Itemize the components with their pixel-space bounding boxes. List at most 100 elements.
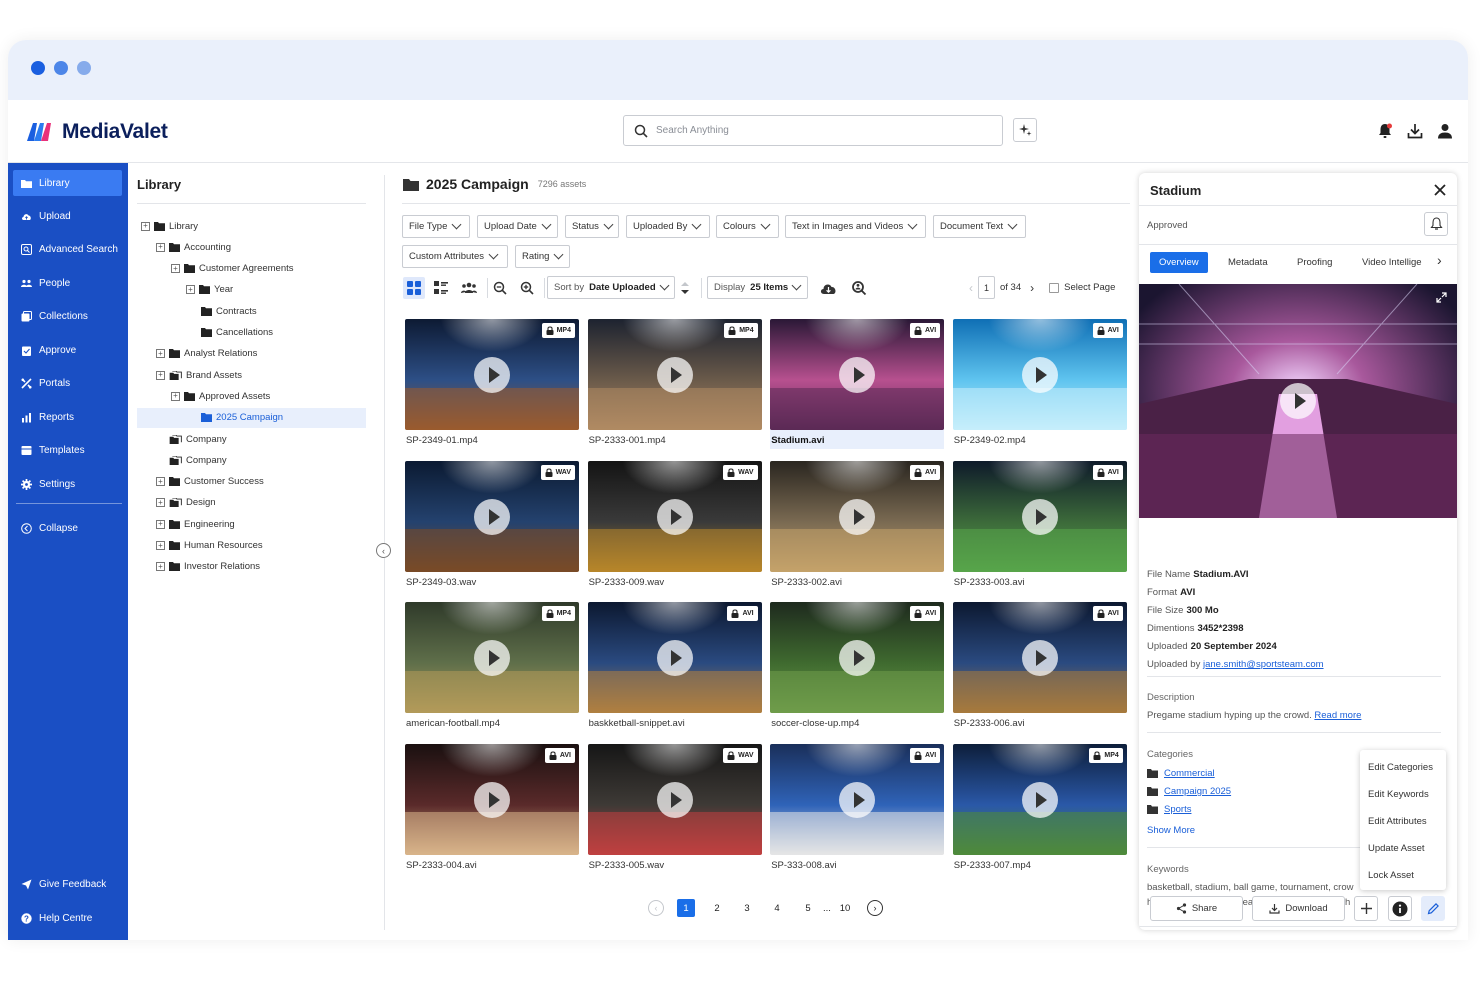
tree-node[interactable]: 2025 Campaign (137, 407, 366, 428)
play-icon[interactable] (839, 498, 876, 535)
sidebar-item-reports[interactable]: Reports (13, 404, 122, 430)
category-link[interactable]: Commercial (1164, 768, 1215, 779)
asset-thumbnail[interactable]: MP4 (952, 743, 1127, 855)
expand-toggle-icon[interactable]: + (171, 391, 180, 401)
tab-proofing[interactable]: Proofing (1288, 252, 1341, 273)
asset-card[interactable]: MP4 american-football.mp4 (405, 602, 579, 732)
sidebar-item-collections[interactable]: Collections (13, 303, 122, 329)
asset-card[interactable]: AVI Stadium.avi (770, 319, 945, 449)
add-button[interactable] (1354, 896, 1378, 921)
asset-thumbnail[interactable]: AVI (770, 602, 945, 713)
filter-dropdown[interactable]: Custom Attributes (402, 245, 508, 268)
play-icon[interactable] (656, 640, 693, 676)
info-button[interactable] (1388, 896, 1412, 921)
close-icon[interactable] (1432, 182, 1448, 198)
page-button[interactable]: 5 (799, 899, 817, 917)
tab-video-intelligence[interactable]: Video Intellige (1353, 252, 1432, 273)
filter-dropdown[interactable]: Document Text (933, 215, 1026, 238)
prev-page-icon[interactable]: ‹ (648, 900, 664, 916)
sidebar-item-help-centre[interactable]: ? Help Centre (13, 905, 122, 931)
category-item[interactable]: Commercial (1147, 768, 1215, 779)
sidebar-item-approve[interactable]: Approve (13, 337, 122, 363)
play-icon[interactable] (656, 357, 693, 393)
edit-button[interactable] (1421, 896, 1445, 921)
filter-dropdown[interactable]: Status (565, 215, 619, 238)
uploader-email-link[interactable]: jane.smith@sportsteam.com (1203, 659, 1324, 670)
list-view-button[interactable] (430, 277, 452, 299)
tree-node[interactable]: + Investor Relations (156, 557, 260, 577)
download-button[interactable]: Download (1252, 896, 1345, 921)
play-icon[interactable] (1021, 640, 1058, 676)
window-dot[interactable] (77, 61, 91, 75)
read-more-link[interactable]: Read more (1314, 710, 1361, 721)
sort-direction-button[interactable] (677, 277, 693, 299)
asset-card[interactable]: AVI SP-2333-002.avi (770, 460, 945, 591)
chevron-right-icon[interactable]: › (1437, 252, 1442, 268)
filter-dropdown[interactable]: Upload Date (477, 215, 558, 238)
expand-toggle-icon[interactable]: + (156, 562, 165, 572)
asset-card[interactable]: MP4 SP-2333-007.mp4 (952, 743, 1127, 874)
sidebar-item-library[interactable]: Library (13, 170, 122, 196)
tree-node[interactable]: + Library (141, 216, 198, 236)
window-dot[interactable] (31, 61, 45, 75)
filter-dropdown[interactable]: File Type (402, 215, 470, 238)
download-icon[interactable] (1406, 122, 1424, 140)
asset-thumbnail[interactable]: AVI (770, 743, 945, 855)
expand-toggle-icon[interactable]: + (171, 264, 180, 274)
tree-node[interactable]: + Engineering (156, 514, 235, 534)
asset-card[interactable]: AVI soccer-close-up.mp4 (770, 602, 945, 732)
tree-node[interactable]: Company (156, 429, 227, 449)
menu-item-edit-attributes[interactable]: Edit Attributes (1368, 816, 1427, 827)
category-link[interactable]: Campaign 2025 (1164, 786, 1231, 797)
asset-preview[interactable] (1139, 284, 1457, 518)
expand-toggle-icon[interactable]: + (156, 242, 165, 252)
tab-overview[interactable]: Overview (1150, 252, 1208, 273)
asset-card[interactable]: AVI SP-333-008.avi (770, 743, 945, 874)
asset-card[interactable]: WAV SP-2333-005.wav (587, 743, 762, 874)
tree-node[interactable]: + Customer Success (156, 472, 264, 492)
filter-dropdown[interactable]: Rating (515, 245, 570, 268)
play-icon[interactable] (656, 781, 693, 818)
asset-card[interactable]: WAV SP-2333-009.wav (587, 460, 762, 591)
menu-item-edit-keywords[interactable]: Edit Keywords (1368, 789, 1429, 800)
menu-item-edit-categories[interactable]: Edit Categories (1368, 762, 1433, 773)
asset-thumbnail[interactable]: AVI (952, 460, 1127, 572)
play-icon[interactable] (1021, 498, 1058, 535)
asset-thumbnail[interactable]: WAV (587, 743, 762, 855)
page-button[interactable]: 1 (677, 899, 695, 917)
asset-card[interactable]: AVI baskketball-snippet.avi (587, 602, 762, 732)
sidebar-item-settings[interactable]: Settings (13, 471, 122, 497)
chevron-left-icon[interactable]: ‹ (969, 281, 973, 295)
grid-view-button[interactable] (403, 277, 425, 299)
select-page-checkbox[interactable] (1049, 282, 1060, 293)
filter-dropdown[interactable]: Uploaded By (626, 215, 710, 238)
cloud-download-button[interactable] (817, 277, 839, 299)
sidebar-item-templates[interactable]: Templates (13, 437, 122, 463)
play-icon[interactable] (839, 357, 876, 393)
asset-card[interactable]: AVI SP-2349-02.mp4 (952, 319, 1127, 449)
page-button[interactable]: 4 (768, 899, 786, 917)
menu-item-update-asset[interactable]: Update Asset (1368, 843, 1425, 854)
face-search-button[interactable] (848, 277, 870, 299)
asset-thumbnail[interactable]: WAV (405, 460, 579, 572)
page-number-input[interactable]: 1 (978, 276, 995, 299)
filter-dropdown[interactable]: Text in Images and Videos (785, 215, 926, 238)
asset-card[interactable]: AVI SP-2333-004.avi (405, 743, 579, 874)
display-count-dropdown[interactable]: Display 25 Items (707, 276, 808, 299)
page-button[interactable]: 3 (738, 899, 756, 917)
category-item[interactable]: Sports (1147, 804, 1191, 815)
asset-card[interactable]: MP4 SP-2333-001.mp4 (587, 319, 762, 449)
asset-thumbnail[interactable]: WAV (587, 460, 762, 572)
expand-toggle-icon[interactable]: + (156, 541, 165, 550)
expand-toggle-icon[interactable]: + (156, 349, 165, 359)
brand-logo[interactable]: MediaValet (26, 120, 168, 144)
subscribe-button[interactable] (1424, 212, 1448, 236)
next-page-icon[interactable]: › (867, 900, 883, 916)
sidebar-item-upload[interactable]: Upload (13, 203, 122, 229)
tree-node[interactable]: + Customer Agreements (171, 259, 294, 279)
show-more-link[interactable]: Show More (1147, 825, 1195, 836)
tree-node[interactable]: Cancellations (201, 323, 273, 343)
play-icon[interactable] (474, 781, 510, 818)
category-item[interactable]: Campaign 2025 (1147, 786, 1231, 797)
people-view-button[interactable] (458, 277, 480, 299)
